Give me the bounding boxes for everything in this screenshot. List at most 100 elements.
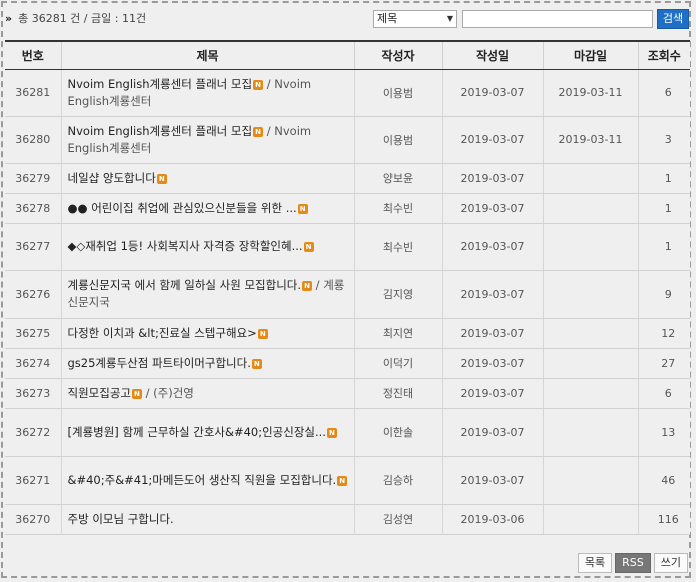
row-title-cell[interactable]: 직원모집공고 N / (주)건영 — [60, 378, 354, 409]
list-button[interactable]: 목록 — [577, 553, 613, 573]
row-deadline — [542, 504, 638, 535]
row-date: 2019-03-07 — [441, 163, 543, 194]
table-row[interactable]: 36275 다정한 이치과 &lt;진료실 스텝구해요> N 최지연 2019-03-0… — [5, 318, 690, 349]
table-row[interactable]: 36280 Nvoim English계룡센터 플래너 모집 N / Nvoim E… — [5, 116, 690, 164]
row-title-link[interactable]: &#40;주&#41;마메든도어 생산직 직원을 모집합니다. — [68, 473, 337, 487]
row-title-cell[interactable]: [계룡병원] 함께 근무하실 간호사&#40;인공신장실... N — [60, 408, 354, 457]
row-title-cell[interactable]: Nvoim English계룡센터 플래너 모집 N / Nvoim Englis… — [60, 116, 354, 164]
row-hits: 3 — [637, 116, 690, 164]
row-deadline — [542, 193, 638, 224]
row-author: 이용범 — [353, 116, 442, 164]
row-date: 2019-03-07 — [441, 318, 543, 349]
row-title-link[interactable]: Nvoim English계룡센터 플래너 모집 — [68, 77, 253, 91]
row-deadline — [542, 163, 638, 194]
row-number: 36276 — [5, 270, 61, 319]
row-title-cell[interactable]: 계룡신문지국 에서 함께 일하실 사원 모집합니다. N / 계룡신문지국 — [60, 270, 354, 319]
table-row[interactable]: 36271 &#40;주&#41;마메든도어 생산직 직원을 모집합니다. N 김승하… — [5, 456, 690, 505]
row-date: 2019-03-07 — [441, 223, 543, 271]
row-title-link[interactable]: 다정한 이치과 &lt;진료실 스텝구해요> — [68, 326, 257, 340]
row-title-link[interactable]: Nvoim English계룡센터 플래너 모집 — [68, 124, 253, 138]
row-number: 36277 — [5, 223, 61, 271]
table-header-row: 번호 제목 작성자 작성일 마감일 조회수 — [5, 40, 690, 70]
row-author: 정진태 — [353, 378, 442, 409]
search-input[interactable] — [462, 10, 653, 28]
row-author: 양보윤 — [353, 163, 442, 194]
new-badge-icon: N — [257, 328, 268, 339]
row-title-link[interactable]: ◆◇재취업 1등! 사회복지사 자격증 장학할인혜... — [68, 239, 303, 253]
search-button[interactable]: 검색 — [657, 9, 689, 29]
double-arrow-icon: ›› — [5, 11, 12, 25]
row-title-link[interactable]: [계룡병원] 함께 근무하실 간호사&#40;인공신장실... — [68, 425, 326, 439]
row-author: 최수빈 — [353, 193, 442, 224]
row-hits: 1 — [637, 223, 690, 271]
row-author: 이용범 — [353, 69, 442, 117]
row-date: 2019-03-07 — [441, 408, 543, 457]
row-number: 36272 — [5, 408, 61, 457]
col-header-title: 제목 — [60, 40, 354, 70]
row-title-cell[interactable]: 다정한 이치과 &lt;진료실 스텝구해요> N — [60, 318, 354, 349]
search-field-value: 제목 — [377, 12, 398, 25]
row-title-cell[interactable]: Nvoim English계룡센터 플래너 모집 N / Nvoim Englis… — [60, 69, 354, 117]
row-hits: 1 — [637, 193, 690, 224]
row-title-cell[interactable]: 네일샵 양도합니다 N — [60, 163, 354, 194]
row-deadline: 2019-03-11 — [542, 69, 638, 117]
row-author: 김지영 — [353, 270, 442, 319]
row-title-cell[interactable]: 주방 이모님 구합니다. — [60, 504, 354, 535]
board-topbar: ›› 총 36281 건 / 금일 : 11건 제목 ▼ 검색 — [0, 5, 696, 33]
row-deadline — [542, 408, 638, 457]
new-badge-icon: N — [251, 358, 262, 369]
row-hits: 27 — [637, 348, 690, 379]
row-hits: 1 — [637, 163, 690, 194]
table-row[interactable]: 36272 [계룡병원] 함께 근무하실 간호사&#40;인공신장실... N 이한솔… — [5, 408, 690, 457]
table-row[interactable]: 36279 네일샵 양도합니다 N 양보윤 2019-03-07 1 — [5, 163, 690, 194]
search-field-select[interactable]: 제목 ▼ — [373, 10, 457, 28]
row-author: 최수빈 — [353, 223, 442, 271]
row-hits: 12 — [637, 318, 690, 349]
row-number: 36279 — [5, 163, 61, 194]
row-title-link[interactable]: 직원모집공고 — [68, 386, 131, 400]
total-count-label: 총 36281 건 / 금일 : 11건 — [18, 12, 147, 25]
table-row[interactable]: 36276 계룡신문지국 에서 함께 일하실 사원 모집합니다. N / 계룡신문지… — [5, 270, 690, 319]
row-date: 2019-03-07 — [441, 270, 543, 319]
row-title-link[interactable]: 네일샵 양도합니다 — [68, 171, 156, 185]
new-badge-icon: N — [253, 79, 264, 90]
row-author: 최지연 — [353, 318, 442, 349]
row-deadline — [542, 270, 638, 319]
row-title-link[interactable]: ●● 어린이집 취업에 관심있으신분들을 위한 ... — [68, 201, 297, 215]
table-row[interactable]: 36281 Nvoim English계룡센터 플래너 모집 N / Nvoim E… — [5, 69, 690, 117]
table-row[interactable]: 36277 ◆◇재취업 1등! 사회복지사 자격증 장학할인혜... N 최수빈 201… — [5, 223, 690, 271]
write-button[interactable]: 쓰기 — [653, 553, 688, 573]
row-hits: 13 — [637, 408, 690, 457]
row-title-cell[interactable]: &#40;주&#41;마메든도어 생산직 직원을 모집합니다. N — [60, 456, 354, 505]
row-number: 36278 — [5, 193, 61, 224]
col-header-date: 작성일 — [441, 40, 543, 70]
row-number: 36281 — [5, 69, 61, 117]
new-badge-icon: N — [337, 475, 348, 486]
row-author: 김승하 — [353, 456, 442, 505]
table-row[interactable]: 36274 gs25계룡두산점 파트타이머구합니다. N 이덕기 2019-03-07 2… — [5, 348, 690, 379]
new-badge-icon: N — [303, 242, 314, 252]
rss-button[interactable]: RSS — [615, 553, 651, 573]
row-title-link[interactable]: 주방 이모님 구합니다. — [68, 512, 174, 526]
row-date: 2019-03-06 — [441, 504, 543, 535]
new-badge-icon: N — [302, 281, 313, 291]
new-badge-icon: N — [253, 126, 264, 137]
row-title-cell[interactable]: ◆◇재취업 1등! 사회복지사 자격증 장학할인혜... N — [60, 223, 354, 271]
row-hits: 46 — [637, 456, 690, 505]
col-header-number: 번호 — [5, 40, 61, 70]
row-title-link[interactable]: 계룡신문지국 에서 함께 일하실 사원 모집합니다. — [68, 278, 302, 292]
row-hits: 6 — [637, 69, 690, 117]
row-author: 김성연 — [353, 504, 442, 535]
row-date: 2019-03-07 — [441, 456, 543, 505]
table-row[interactable]: 36273 직원모집공고 N / (주)건영 정진태 2019-03-07 6 — [5, 378, 690, 409]
col-header-deadline: 마감일 — [542, 40, 638, 70]
row-deadline — [542, 348, 638, 379]
row-date: 2019-03-07 — [441, 378, 543, 409]
row-date: 2019-03-07 — [441, 69, 543, 117]
table-row[interactable]: 36278 ●● 어린이집 취업에 관심있으신분들을 위한 ... N 최수빈 2019… — [5, 193, 690, 224]
row-title-cell[interactable]: gs25계룡두산점 파트타이머구합니다. N — [60, 348, 354, 379]
col-header-author: 작성자 — [353, 40, 442, 70]
row-title-cell[interactable]: ●● 어린이집 취업에 관심있으신분들을 위한 ... N — [60, 193, 354, 224]
table-row[interactable]: 36270 주방 이모님 구합니다. 김성연 2019-03-06 116 — [5, 504, 690, 535]
row-title-link[interactable]: gs25계룡두산점 파트타이머구합니다. — [68, 356, 251, 370]
